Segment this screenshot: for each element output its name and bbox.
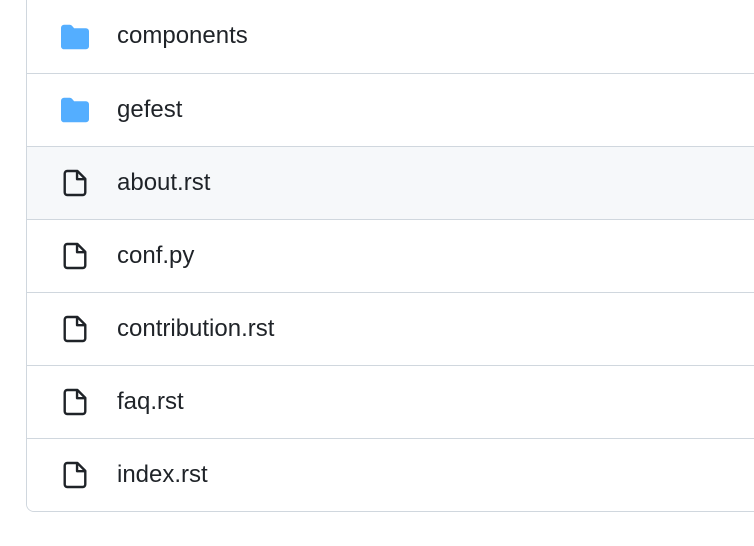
- list-item[interactable]: faq.rst: [27, 365, 754, 438]
- item-label: contribution.rst: [117, 315, 274, 344]
- list-item[interactable]: conf.py: [27, 219, 754, 292]
- item-label: faq.rst: [117, 388, 184, 417]
- list-item[interactable]: about.rst: [27, 146, 754, 219]
- folder-icon: [61, 23, 89, 51]
- file-icon: [61, 169, 89, 197]
- folder-icon: [61, 96, 89, 124]
- file-icon: [61, 242, 89, 270]
- file-icon: [61, 388, 89, 416]
- list-item[interactable]: contribution.rst: [27, 292, 754, 365]
- item-label: conf.py: [117, 242, 194, 271]
- file-icon: [61, 315, 89, 343]
- file-list: components gefest about.rst conf.py cont…: [26, 0, 754, 512]
- item-label: components: [117, 22, 248, 51]
- list-item[interactable]: index.rst: [27, 438, 754, 511]
- file-icon: [61, 461, 89, 489]
- item-label: index.rst: [117, 461, 208, 490]
- item-label: gefest: [117, 96, 182, 125]
- item-label: about.rst: [117, 169, 210, 198]
- list-item[interactable]: components: [27, 0, 754, 73]
- list-item[interactable]: gefest: [27, 73, 754, 146]
